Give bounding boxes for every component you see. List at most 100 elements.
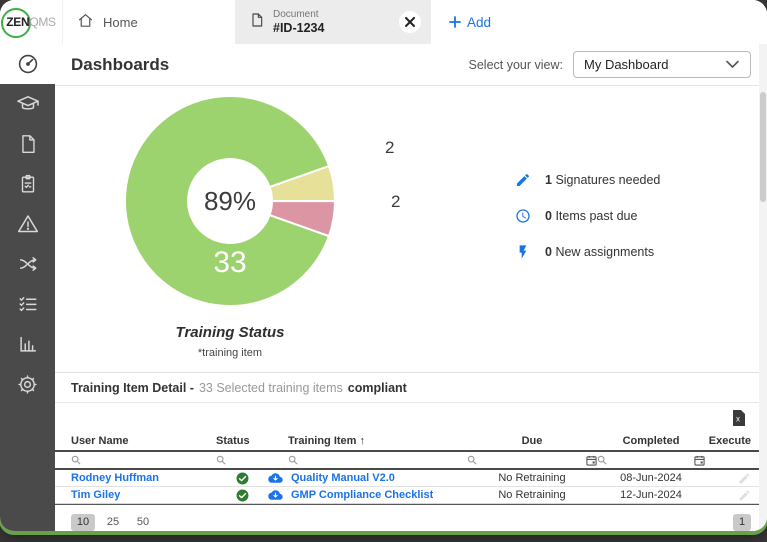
stats-list: 1 Signatures needed 0 Items past due 0 N…	[515, 172, 660, 260]
clipboard-check-icon	[21, 174, 34, 193]
search-icon	[288, 455, 298, 465]
close-tab-button[interactable]	[399, 11, 421, 33]
check-circle-icon	[236, 489, 248, 501]
search-icon	[71, 455, 81, 465]
filter-user-name[interactable]	[71, 455, 216, 465]
training-status-donut[interactable]	[115, 86, 345, 316]
sidebar-item-change-control[interactable]	[0, 244, 55, 284]
page-size-25[interactable]: 25	[101, 514, 125, 531]
column-header-due[interactable]: Due	[467, 435, 597, 447]
graduation-cap-icon	[16, 96, 39, 110]
page-size-50[interactable]: 50	[131, 514, 155, 531]
pagination-bar: 10 25 50 1	[55, 505, 767, 531]
detail-status-text: compliant	[347, 380, 407, 395]
detail-title: Training Item Detail -	[71, 380, 194, 395]
sidebar-item-dashboards[interactable]	[0, 44, 55, 84]
main-content: Dashboards Select your view: My Dashboar…	[55, 44, 767, 531]
svg-text:x: x	[736, 414, 740, 423]
logo-text-zen: ZEN	[6, 15, 30, 29]
stat-items-past-due[interactable]: 0 Items past due	[515, 208, 660, 224]
donut-yellow-value: 2	[385, 138, 395, 157]
zenqms-logo[interactable]: ZEN QMS	[0, 0, 63, 44]
export-file-icon: x	[733, 409, 745, 426]
home-tab-label: Home	[103, 14, 138, 30]
tab-document[interactable]: Document #ID-1234	[235, 0, 431, 44]
home-icon	[77, 12, 94, 32]
tab-home[interactable]: Home	[63, 0, 235, 44]
sidebar-item-issues[interactable]	[0, 204, 55, 244]
sidebar-item-settings[interactable]	[0, 364, 55, 404]
stat-label: Items past due	[555, 209, 638, 223]
training-items-table: User Name Status Training Item ↑ Due Com…	[55, 432, 767, 505]
view-selector-dropdown[interactable]: My Dashboard	[573, 51, 751, 78]
execute-pencil-icon[interactable]	[738, 489, 751, 502]
due-cell: No Retraining	[498, 489, 566, 501]
chart-footnote: *training item	[197, 347, 263, 359]
bar-chart-icon	[19, 336, 36, 352]
sidebar-item-training[interactable]	[0, 84, 55, 124]
sort-ascending-icon: ↑	[359, 435, 366, 447]
page-size-10[interactable]: 10	[71, 513, 95, 531]
due-cell: No Retraining	[498, 472, 566, 484]
stat-new-assignments[interactable]: 0 New assignments	[515, 244, 660, 260]
filter-completed[interactable]	[597, 455, 705, 466]
column-header-status[interactable]: Status	[216, 435, 268, 447]
filter-training-item[interactable]	[268, 455, 467, 465]
detail-heading: Training Item Detail - 33 Selected train…	[55, 373, 767, 403]
filter-due[interactable]	[467, 455, 597, 466]
table-row: Rodney Huffman Quality Manual V2.0 No Re…	[55, 470, 767, 487]
user-name-link[interactable]: Tim Giley	[71, 489, 216, 501]
document-icon	[21, 135, 35, 153]
table-header-row: User Name Status Training Item ↑ Due Com…	[55, 432, 767, 452]
execute-pencil-icon[interactable]	[738, 472, 751, 485]
scrollbar-track[interactable]	[759, 44, 767, 531]
export-excel-button[interactable]: x	[729, 408, 749, 428]
cloud-download-icon[interactable]	[268, 472, 283, 484]
table-row: Tim Giley GMP Compliance Checklist No Re…	[55, 487, 767, 504]
column-header-execute[interactable]: Execute	[705, 435, 751, 447]
donut-pink-value: 2	[391, 192, 401, 211]
add-button-label: Add	[466, 14, 492, 30]
stat-signatures-needed[interactable]: 1 Signatures needed	[515, 172, 660, 188]
shuffle-icon	[19, 257, 36, 271]
column-header-training-item[interactable]: Training Item ↑	[268, 435, 467, 447]
warning-triangle-icon	[17, 215, 38, 233]
search-icon	[467, 455, 477, 465]
file-icon	[249, 11, 265, 34]
top-bar: ZEN QMS Home Document #ID-1234 Add	[0, 0, 767, 45]
scrollbar-thumb[interactable]	[760, 92, 766, 202]
calendar-icon[interactable]	[586, 455, 597, 466]
sidebar-item-checklists[interactable]	[0, 164, 55, 204]
column-header-completed[interactable]: Completed	[597, 435, 705, 447]
page-header: Dashboards Select your view: My Dashboar…	[55, 44, 767, 86]
close-icon	[405, 17, 415, 27]
document-tab-kicker: Document	[273, 9, 319, 21]
sidebar-item-reports[interactable]	[0, 324, 55, 364]
detail-count-text: 33 Selected training items	[198, 380, 343, 395]
sidebar-item-documents[interactable]	[0, 124, 55, 164]
calendar-icon[interactable]	[694, 455, 705, 466]
gauge-icon	[18, 54, 37, 74]
desktop-background: ZEN QMS Home Document #ID-1234 Add Dashb…	[0, 0, 767, 542]
lightning-icon	[519, 245, 527, 259]
gear-icon	[18, 374, 37, 394]
page-title: Dashboards	[71, 54, 170, 74]
cloud-download-icon[interactable]	[268, 489, 283, 501]
pencil-icon	[517, 173, 530, 186]
training-item-detail-section: Training Item Detail - 33 Selected train…	[55, 372, 767, 531]
training-item-link[interactable]: Quality Manual V2.0	[291, 472, 395, 484]
search-icon	[597, 455, 607, 465]
user-name-link[interactable]: Rodney Huffman	[71, 472, 216, 484]
search-icon	[216, 455, 226, 465]
training-item-link[interactable]: GMP Compliance Checklist	[291, 489, 433, 501]
sidebar-item-tasks[interactable]	[0, 284, 55, 324]
view-selector-label: Select your view:	[468, 57, 563, 72]
add-tab-button[interactable]: Add	[431, 0, 509, 44]
filter-status[interactable]	[216, 455, 268, 465]
completed-cell: 12-Jun-2024	[620, 489, 682, 501]
logo-text-qms: QMS	[29, 15, 56, 29]
execute-cell	[705, 489, 751, 502]
check-circle-icon	[236, 472, 248, 484]
stat-label: New assignments	[555, 245, 655, 259]
column-header-user-name[interactable]: User Name	[71, 435, 216, 447]
